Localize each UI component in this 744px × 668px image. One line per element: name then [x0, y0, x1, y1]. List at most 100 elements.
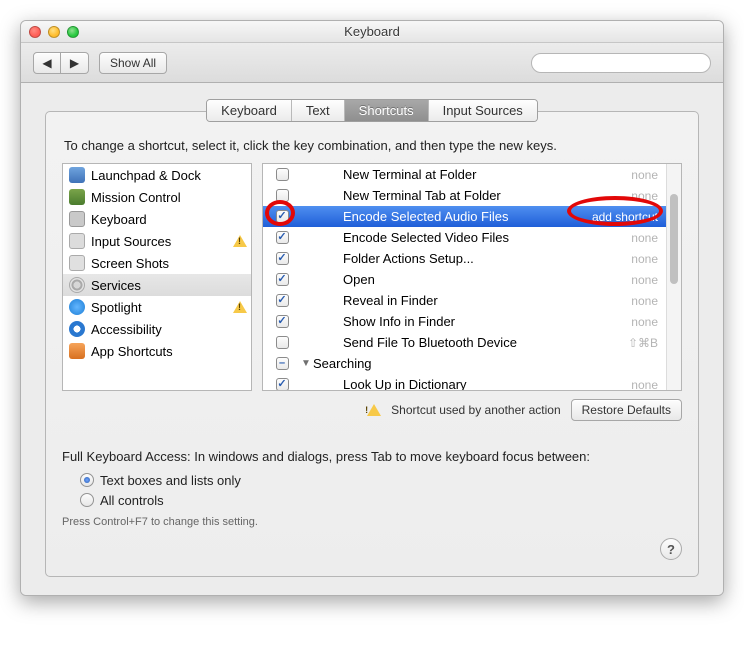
tab-shortcuts[interactable]: Shortcuts	[345, 100, 429, 121]
sidebar-item-label: Keyboard	[91, 212, 147, 227]
shortcut-text[interactable]: add shortcut	[592, 210, 658, 224]
sidebar-item-accessibility[interactable]: Accessibility	[63, 318, 251, 340]
window-title: Keyboard	[21, 24, 723, 39]
split: Launchpad & Dock Mission Control Keyboard I…	[62, 163, 682, 391]
kbd-access-hint: Press Control+F7 to change this setting.	[62, 516, 682, 528]
services-icon	[69, 277, 85, 293]
checkbox[interactable]	[276, 231, 289, 244]
sidebar-item-keyboard[interactable]: Keyboard	[63, 208, 251, 230]
shortcut-text[interactable]: none	[631, 231, 658, 245]
show-all-button[interactable]: Show All	[99, 52, 167, 74]
zoom-icon[interactable]	[67, 26, 79, 38]
preferences-window: Keyboard ◀ ▶ Show All KeyboardTextShortc…	[20, 20, 724, 596]
sidebar-item-label: Services	[91, 278, 141, 293]
radio-icon	[80, 473, 94, 487]
service-row[interactable]: New Terminal Tab at Foldernone	[263, 185, 666, 206]
sidebar-item-screen-shots[interactable]: Screen Shots	[63, 252, 251, 274]
service-row[interactable]: Look Up in Dictionarynone	[263, 374, 666, 390]
launchpad-icon	[69, 167, 85, 183]
scrollbar[interactable]	[666, 164, 681, 390]
tab-text[interactable]: Text	[292, 100, 345, 121]
sidebar-item-app-shortcuts[interactable]: App Shortcuts	[63, 340, 251, 362]
search-input[interactable]	[531, 53, 711, 73]
service-label: New Terminal Tab at Folder	[343, 188, 631, 203]
service-list[interactable]: New Terminal at FoldernoneNew Terminal T…	[262, 163, 682, 391]
checkbox[interactable]	[276, 336, 289, 349]
sidebar-item-label: Spotlight	[91, 300, 142, 315]
shortcut-text[interactable]: none	[631, 168, 658, 182]
checkbox[interactable]	[276, 273, 289, 286]
titlebar: Keyboard	[21, 21, 723, 43]
service-row[interactable]: Send File To Bluetooth Device⇧⌘B	[263, 332, 666, 353]
app-icon	[69, 343, 85, 359]
service-label: Folder Actions Setup...	[343, 251, 631, 266]
forward-button[interactable]: ▶	[61, 52, 89, 74]
service-row[interactable]: Encode Selected Video Filesnone	[263, 227, 666, 248]
service-row[interactable]: Show Info in Findernone	[263, 311, 666, 332]
category-list[interactable]: Launchpad & Dock Mission Control Keyboard I…	[62, 163, 252, 391]
shortcut-text[interactable]: ⇧⌘B	[628, 336, 658, 350]
scroll-thumb[interactable]	[670, 194, 678, 284]
sidebar-item-input-sources[interactable]: Input Sources	[63, 230, 251, 252]
service-row[interactable]: Encode Selected Audio Filesadd shortcut	[263, 206, 666, 227]
search-wrap	[531, 53, 711, 73]
radio-all-controls[interactable]: All controls	[80, 490, 682, 510]
radio-icon	[80, 493, 94, 507]
radio-text-boxes[interactable]: Text boxes and lists only	[80, 470, 682, 490]
kbd-access-title: Full Keyboard Access: In windows and dia…	[62, 449, 682, 464]
restore-defaults-button[interactable]: Restore Defaults	[571, 399, 682, 421]
service-label: Reveal in Finder	[343, 293, 631, 308]
warning-icon	[233, 301, 247, 313]
sidebar-item-label: App Shortcuts	[91, 344, 173, 359]
checkbox[interactable]	[276, 252, 289, 265]
service-row[interactable]: Reveal in Findernone	[263, 290, 666, 311]
radio-group: Text boxes and lists only All controls	[80, 470, 682, 510]
service-row[interactable]: New Terminal at Foldernone	[263, 164, 666, 185]
shortcut-text[interactable]: none	[631, 273, 658, 287]
shortcut-text[interactable]: none	[631, 378, 658, 391]
checkbox[interactable]	[276, 357, 289, 370]
service-label: New Terminal at Folder	[343, 167, 631, 182]
tab-input-sources[interactable]: Input Sources	[429, 100, 537, 121]
minimize-icon[interactable]	[48, 26, 60, 38]
close-icon[interactable]	[29, 26, 41, 38]
sidebar-item-services[interactable]: Services	[63, 274, 251, 296]
checkbox[interactable]	[276, 210, 289, 223]
help-button[interactable]: ?	[660, 538, 682, 560]
service-label: Encode Selected Audio Files	[343, 209, 592, 224]
sidebar-item-label: Launchpad & Dock	[91, 168, 201, 183]
access-icon	[69, 321, 85, 337]
service-row[interactable]: ▼Searching	[263, 353, 666, 374]
checkbox[interactable]	[276, 294, 289, 307]
shortcut-text[interactable]: none	[631, 189, 658, 203]
checkbox[interactable]	[276, 189, 289, 202]
service-label: Encode Selected Video Files	[343, 230, 631, 245]
checkbox[interactable]	[276, 378, 289, 390]
service-label: Show Info in Finder	[343, 314, 631, 329]
sidebar-item-spotlight[interactable]: Spotlight	[63, 296, 251, 318]
keyboard-access: Full Keyboard Access: In windows and dia…	[62, 449, 682, 528]
content: KeyboardTextShortcutsInput Sources To ch…	[21, 83, 723, 595]
service-label: Send File To Bluetooth Device	[343, 335, 628, 350]
tab-keyboard[interactable]: Keyboard	[207, 100, 292, 121]
sidebar-item-launchpad-dock[interactable]: Launchpad & Dock	[63, 164, 251, 186]
radio-label: Text boxes and lists only	[100, 473, 241, 488]
service-row[interactable]: Opennone	[263, 269, 666, 290]
shortcut-text[interactable]: none	[631, 252, 658, 266]
sidebar-item-mission-control[interactable]: Mission Control	[63, 186, 251, 208]
checkbox[interactable]	[276, 315, 289, 328]
conflict-note: Shortcut used by another action	[391, 403, 560, 417]
mission-icon	[69, 189, 85, 205]
sidebar-item-label: Input Sources	[91, 234, 171, 249]
service-row[interactable]: Folder Actions Setup...none	[263, 248, 666, 269]
input-icon	[69, 233, 85, 249]
keyboard-icon	[69, 211, 85, 227]
back-button[interactable]: ◀	[33, 52, 61, 74]
checkbox[interactable]	[276, 168, 289, 181]
shortcut-text[interactable]: none	[631, 315, 658, 329]
toolbar: ◀ ▶ Show All	[21, 43, 723, 83]
nav-segment: ◀ ▶	[33, 52, 89, 74]
shortcut-text[interactable]: none	[631, 294, 658, 308]
traffic-lights	[21, 26, 79, 38]
warning-icon	[233, 235, 247, 247]
